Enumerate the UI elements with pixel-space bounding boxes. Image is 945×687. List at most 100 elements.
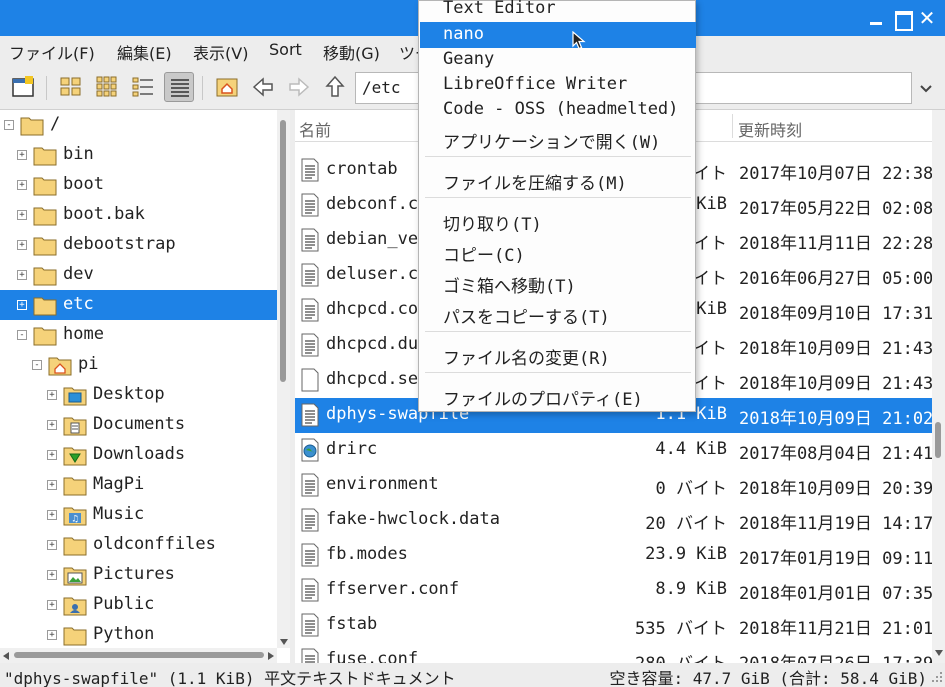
file-name: fstab [326,614,378,634]
collapse-toggle[interactable]: - [4,120,14,130]
file-row[interactable]: fstab 535 バイト 2018年11月21日 21:01 [295,608,933,643]
file-size: 20 バイト [645,514,727,534]
expand-toggle[interactable]: + [47,540,57,550]
tree-item-desktop[interactable]: + Desktop [0,380,277,410]
open-with-libreoffice-writer[interactable]: LibreOffice Writer [420,72,696,98]
path-history-dropdown[interactable] [918,80,934,96]
list-vertical-scrollbar[interactable] [932,110,945,663]
expand-toggle[interactable]: + [47,600,57,610]
expand-toggle[interactable]: + [17,180,27,190]
menu-view[interactable]: 表示(V) [193,40,248,64]
file-modified-date: 2018年01月01日 07:35 [739,584,934,604]
resize-grip-icon[interactable] [931,671,943,683]
tree-item-pi[interactable]: - pi [0,350,277,380]
forward-button[interactable] [284,72,314,102]
compact-view-button[interactable] [128,72,158,102]
compress-files[interactable]: ファイルを圧縮する(M) [420,167,696,194]
expand-toggle[interactable]: + [17,210,27,220]
file-row[interactable]: fake-hwclock.data 20 バイト 2018年11月19日 14:17 [295,503,933,538]
maximize-button[interactable] [892,8,913,31]
new-window-button[interactable] [8,72,38,102]
icon-view-icon [60,77,81,96]
tree-item-music[interactable]: + ♫ Music [0,500,277,530]
open-with-text-editor[interactable]: Text Editor [420,0,696,22]
cut-item[interactable]: 切り取り(T) [420,208,696,235]
file-name: crontab [326,159,398,179]
expand-toggle[interactable]: + [47,510,57,520]
back-button[interactable] [248,72,278,102]
public-folder-icon [63,597,87,616]
open-with-application[interactable]: アプリケーションで開く(W) [420,126,696,153]
file-name: debian_ve [326,229,419,249]
tree-item-label: Desktop [93,384,165,404]
file-row[interactable]: fb.modes 23.9 KiB 2017年01月19日 09:11 [295,538,933,573]
tree-item-dev[interactable]: + dev [0,260,277,290]
icon-view-button[interactable] [56,72,86,102]
menu-go[interactable]: 移動(G) [323,40,380,64]
scrollbar-thumb[interactable] [14,652,264,658]
tree-horizontal-scrollbar[interactable] [0,648,277,663]
expand-toggle[interactable]: + [47,570,57,580]
detail-view-button[interactable] [164,72,194,102]
file-row[interactable]: environment 0 バイト 2018年10月09日 20:39 [295,468,933,503]
expand-toggle[interactable]: + [47,420,57,430]
copy-item[interactable]: コピー(C) [420,239,696,266]
expand-toggle[interactable]: + [47,450,57,460]
expand-toggle[interactable]: + [17,240,27,250]
expand-toggle[interactable]: + [47,630,57,640]
tree-item-python[interactable]: + Python [0,620,277,650]
column-modified-header[interactable]: 更新時刻 [738,117,802,141]
move-to-trash-item[interactable]: ゴミ箱へ移動(T) [420,270,696,297]
menu-file[interactable]: ファイル(F) [9,40,95,64]
up-button[interactable] [320,72,350,102]
detail-view-icon [171,79,189,97]
thumbnail-view-button[interactable] [92,72,122,102]
rename-item[interactable]: ファイル名の変更(R) [420,342,696,369]
file-name: dhcpcd.sec [326,369,429,389]
tree-item-bin[interactable]: + bin [0,140,277,170]
scrollbar-thumb[interactable] [280,120,286,382]
tree-item-etc[interactable]: + etc [0,290,277,320]
expand-toggle[interactable]: + [47,480,57,490]
column-name-header[interactable]: 名前 [299,117,331,141]
expand-toggle[interactable]: + [17,270,27,280]
collapse-toggle[interactable]: - [17,330,27,340]
tree-item-boot-bak[interactable]: + boot.bak [0,200,277,230]
file-size: 4.4 KiB [655,439,727,459]
copy-path-item[interactable]: パスをコピーする(T) [420,301,696,328]
file-row[interactable]: drirc 4.4 KiB 2017年08月04日 21:41 [295,433,933,468]
minimize-button[interactable] [866,8,886,28]
pictures-folder-icon [63,567,87,586]
open-with-geany[interactable]: Geany [420,47,696,73]
tree-item-public[interactable]: + Public [0,590,277,620]
tree-item-home[interactable]: - home [0,320,277,350]
expand-toggle[interactable]: + [17,300,27,310]
compact-view-icon [132,77,153,97]
tree-item-label: Documents [93,414,186,434]
expand-toggle[interactable]: + [17,150,27,160]
open-with-nano[interactable]: nano [420,22,696,48]
desktop-folder-icon [63,387,87,406]
file-row[interactable]: fuse.conf 280 バイト 2018年07月26日 17:39 [295,643,933,663]
home-button[interactable] [212,72,242,102]
file-properties-item[interactable]: ファイルのプロパティ(E) [420,383,696,410]
collapse-toggle[interactable]: - [32,360,42,370]
tree-item-magpi[interactable]: + MagPi [0,470,277,500]
tree-item-[interactable]: - / [0,110,277,140]
file-row[interactable]: ffserver.conf 8.9 KiB 2018年01月01日 07:35 [295,573,934,608]
tree-item-pictures[interactable]: + Pictures [0,560,277,590]
close-button[interactable]: ✕ [917,8,937,28]
tree-item-downloads[interactable]: + Downloads [0,440,277,470]
tree-item-boot[interactable]: + boot [0,170,277,200]
tree-item-label: MagPi [93,474,145,494]
tree-vertical-scrollbar[interactable] [277,110,290,648]
menu-sort[interactable]: Sort [269,40,302,59]
open-with-code-oss[interactable]: Code - OSS (headmelted) [420,97,696,123]
menu-edit[interactable]: 編集(E) [117,40,172,64]
tree-item-debootstrap[interactable]: + debootstrap [0,230,277,260]
tree-item-oldconffiles[interactable]: + oldconffiles [0,530,277,560]
status-selection-info: "dphys-swapfile" (1.1 KiB) 平文テキストドキュメント [4,669,456,687]
scrollbar-thumb[interactable] [935,422,941,458]
expand-toggle[interactable]: + [47,390,57,400]
tree-item-documents[interactable]: + Documents [0,410,277,440]
